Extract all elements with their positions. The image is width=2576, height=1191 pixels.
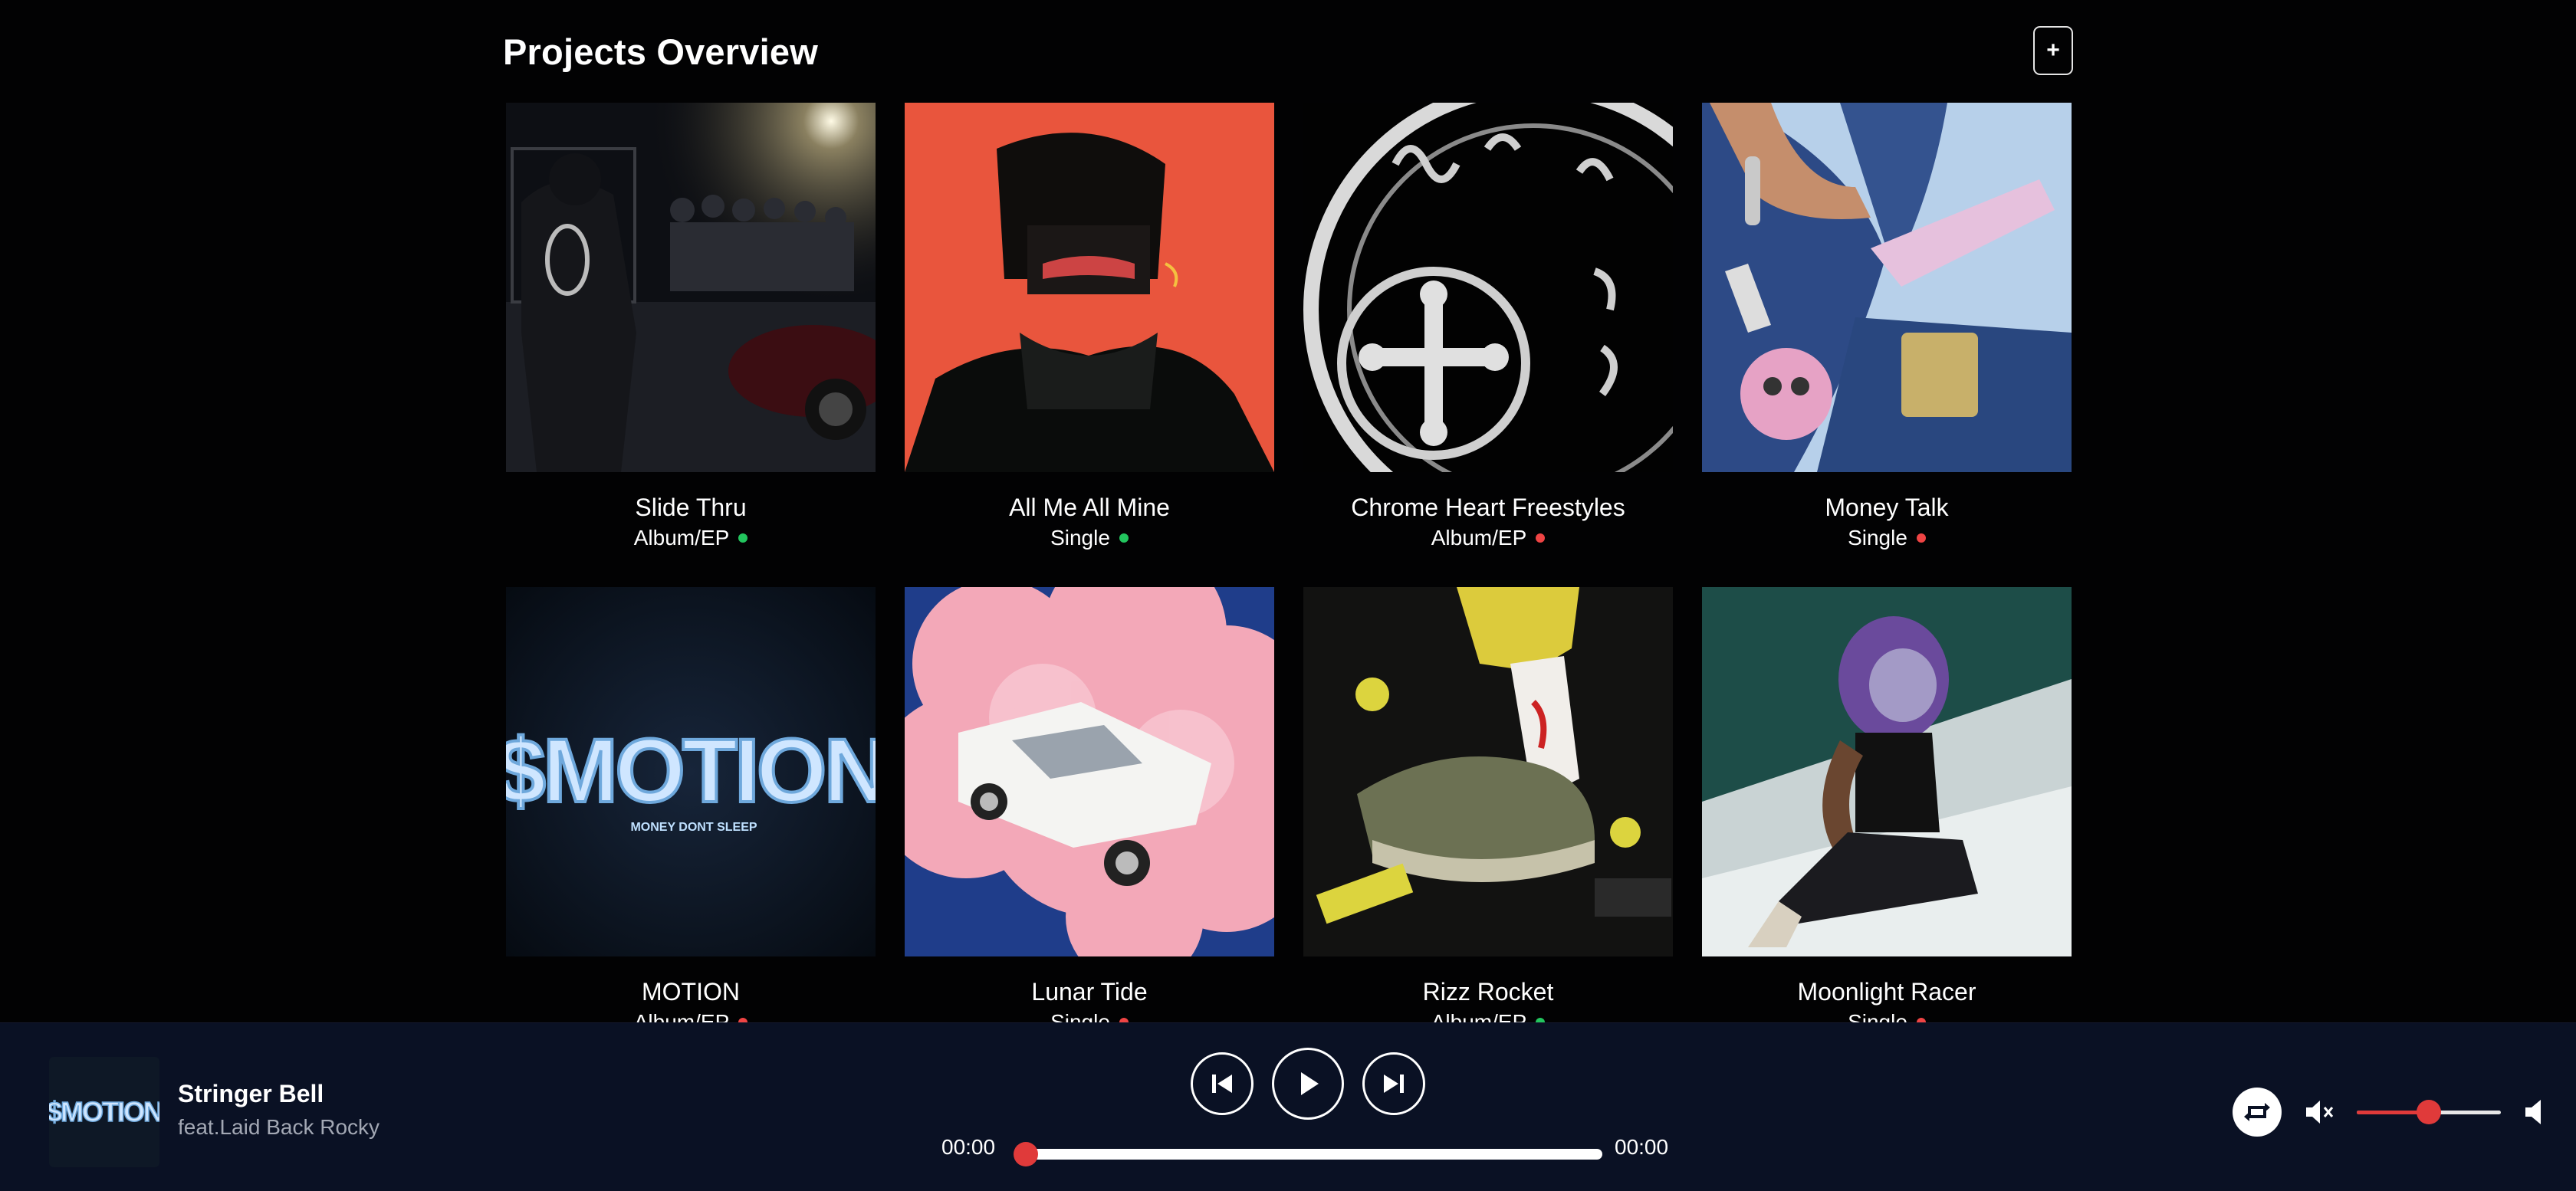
volume-slider-handle[interactable] [2417,1100,2441,1124]
project-cover-image [1303,103,1673,472]
now-playing-title[interactable]: Stringer Bell [178,1080,324,1108]
project-card[interactable]: $MOTION MONEY DONT SLEEP MOTION Album/EP [506,587,876,1022]
progress-bar[interactable] [1026,1149,1602,1160]
project-card[interactable]: Rizz Rocket Album/EP [1303,587,1673,1022]
project-title: Slide Thru [635,494,747,521]
project-type: Album/EP [1431,526,1527,550]
project-title: All Me All Mine [1009,494,1170,521]
project-card[interactable]: Lunar Tide Single [905,587,1274,1022]
project-card[interactable]: All Me All Mine Single [905,103,1274,552]
total-time: 00:00 [1615,1135,1669,1159]
project-type: Album/EP [1431,1010,1527,1022]
project-title: Lunar Tide [1031,978,1148,1006]
project-meta: Single [1702,524,2072,552]
page-title: Projects Overview [503,31,818,72]
project-cover-image: $MOTION MONEY DONT SLEEP [506,587,876,956]
app-page: Projects Overview + Slide Thru Album/EP … [0,0,2576,1191]
project-card[interactable]: Chrome Heart Freestyles Album/EP [1303,103,1673,552]
add-project-button[interactable]: + [2033,26,2073,75]
mute-icon[interactable] [2305,1098,2335,1126]
header: Projects Overview + [503,26,2073,78]
project-title: MOTION [642,978,740,1006]
project-title: Money Talk [1825,494,1949,521]
project-card[interactable]: Slide Thru Album/EP [506,103,876,552]
project-cover-image [1303,587,1673,956]
project-type: Album/EP [633,1010,730,1022]
now-playing-artist[interactable]: feat.Laid Back Rocky [178,1115,380,1140]
skip-forward-icon [1384,1075,1404,1093]
project-meta: Album/EP [506,1009,876,1022]
current-time: 00:00 [941,1135,996,1159]
repeat-button[interactable] [2233,1088,2282,1137]
now-playing-artwork-logo: $MOTION [49,1096,159,1127]
project-title: Rizz Rocket [1422,978,1554,1006]
player-bar: $MOTION Stringer Bell feat.Laid Back Roc… [0,1022,2576,1191]
motion-logo-text: $MOTION [506,720,876,822]
project-cover-image [1702,587,2072,956]
project-meta: Album/EP [1303,1009,1673,1022]
status-dot [1916,533,1926,543]
projects-content: Projects Overview + Slide Thru Album/EP … [503,0,2073,1022]
volume-icon[interactable] [2524,1098,2551,1126]
status-dot [1119,533,1129,543]
project-card[interactable]: Money Talk Single [1702,103,2072,552]
project-title: Chrome Heart Freestyles [1351,494,1625,521]
project-meta: Album/EP [1303,524,1673,552]
project-cover-image [905,103,1274,472]
skip-back-icon [1212,1075,1232,1093]
motion-tagline-text: MONEY DONT SLEEP [630,821,757,834]
progress-handle[interactable] [1014,1142,1038,1166]
project-meta: Album/EP [506,524,876,552]
status-dot [738,533,748,543]
previous-button[interactable] [1191,1052,1254,1115]
project-title: Moonlight Racer [1797,978,1976,1006]
repeat-icon [2244,1103,2270,1121]
project-type: Single [1050,1010,1110,1022]
play-button[interactable] [1272,1048,1344,1120]
project-type: Single [1848,526,1907,550]
project-meta: Single [1702,1009,2072,1022]
next-button[interactable] [1362,1052,1425,1115]
project-card[interactable]: Moonlight Racer Single [1702,587,2072,1022]
play-icon [1301,1072,1319,1095]
project-cover-image [905,587,1274,956]
project-meta: Single [905,1009,1274,1022]
project-meta: Single [905,524,1274,552]
status-dot [1536,533,1546,543]
project-cover-image [506,103,876,472]
project-cover-image [1702,103,2072,472]
project-type: Album/EP [633,526,730,550]
project-type: Single [1050,526,1110,550]
project-type: Single [1848,1010,1907,1022]
now-playing-artwork[interactable]: $MOTION [49,1057,159,1167]
